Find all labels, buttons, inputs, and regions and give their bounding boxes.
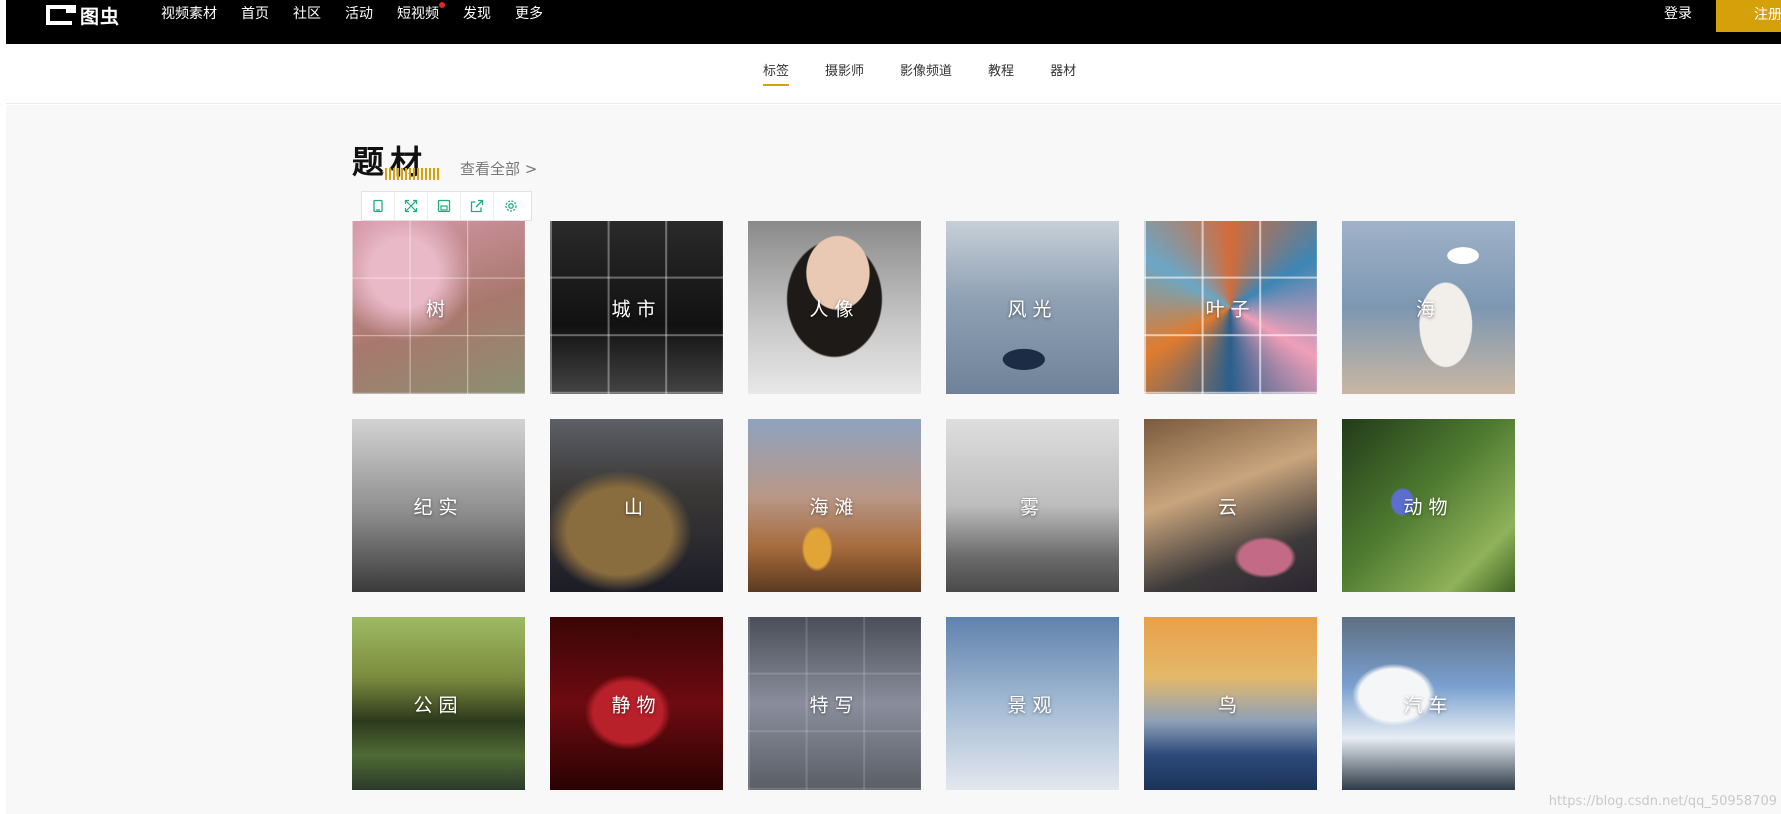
nav-item-more[interactable]: 更多: [515, 5, 543, 23]
nav-label: 首页: [241, 6, 269, 22]
site-logo[interactable]: 图虫: [46, 3, 121, 28]
tag-tile[interactable]: 纪实: [352, 419, 525, 592]
tag-tile[interactable]: 汽车: [1342, 617, 1515, 790]
settings-icon[interactable]: [494, 192, 527, 220]
image-toolbar: [361, 191, 532, 221]
tag-tile[interactable]: 山: [550, 419, 723, 592]
nav-item-video-assets[interactable]: 视频素材: [161, 5, 217, 23]
tag-tile[interactable]: 雾: [946, 419, 1119, 592]
tab-image-channels[interactable]: 影像频道: [900, 64, 952, 80]
tag-label: 海滩: [809, 496, 860, 518]
tab-tutorials[interactable]: 教程: [988, 64, 1014, 80]
fullscreen-icon[interactable]: [395, 192, 428, 220]
bookmark-icon[interactable]: [362, 192, 395, 220]
view-all-link[interactable]: 查看全部 >: [460, 160, 537, 178]
nav-label: 视频素材: [161, 6, 217, 22]
tag-label: 汽车: [1403, 694, 1454, 716]
nav-label: 社区: [293, 6, 321, 22]
main-content: 题材 查看全部 > 树 城市 人像 风光 叶子 海 纪实 山 海滩 雾 云 动物: [6, 105, 1781, 814]
tag-tile[interactable]: 景观: [946, 617, 1119, 790]
nav-label: 短视频: [397, 6, 439, 22]
tag-label: 雾: [1019, 496, 1045, 518]
nav-item-events[interactable]: 活动: [345, 5, 373, 23]
tag-label: 景观: [1007, 694, 1058, 716]
nav-item-discover[interactable]: 发现: [463, 5, 491, 23]
tab-equipment[interactable]: 器材: [1050, 64, 1076, 80]
tag-label: 城市: [611, 298, 662, 320]
logo-icon: [46, 5, 76, 25]
tag-tile[interactable]: 风光: [946, 221, 1119, 394]
tab-photographers[interactable]: 摄影师: [825, 64, 864, 80]
left-edge: [0, 0, 6, 814]
tag-tile[interactable]: 城市: [550, 221, 723, 394]
nav-label: 发现: [463, 6, 491, 22]
nav-item-short-video[interactable]: 短视频: [397, 2, 445, 23]
top-navigation-bar: 图虫 视频素材 首页 社区 活动 短视频 发现 更多 登录: [6, 0, 1781, 44]
subnav-tabs: 标签 摄影师 影像频道 教程 器材: [763, 64, 1112, 86]
tag-label: 公园: [413, 694, 464, 716]
tag-label: 云: [1217, 496, 1243, 518]
main-nav: 视频素材 首页 社区 活动 短视频 发现 更多: [161, 2, 567, 23]
tag-tile[interactable]: 树: [352, 221, 525, 394]
tag-tile[interactable]: 海滩: [748, 419, 921, 592]
tag-tile[interactable]: 公园: [352, 617, 525, 790]
tag-label: 风光: [1007, 298, 1058, 320]
tag-label: 树: [425, 298, 451, 320]
tag-tile[interactable]: 叶子: [1144, 221, 1317, 394]
tag-label: 动物: [1403, 496, 1454, 518]
nav-label: 活动: [345, 6, 373, 22]
tag-tile[interactable]: 动物: [1342, 419, 1515, 592]
tag-tile[interactable]: 鸟: [1144, 617, 1317, 790]
tag-tile[interactable]: 人像: [748, 221, 921, 394]
tag-label: 叶子: [1205, 298, 1256, 320]
notification-dot: [439, 2, 445, 8]
tag-tile[interactable]: 静物: [550, 617, 723, 790]
title-underline: [385, 168, 441, 180]
nav-label: 更多: [515, 6, 543, 22]
tag-tile[interactable]: 云: [1144, 419, 1317, 592]
nav-item-home[interactable]: 首页: [241, 5, 269, 23]
nav-item-community[interactable]: 社区: [293, 5, 321, 23]
tag-label: 纪实: [413, 496, 464, 518]
logo-text: 图虫: [80, 5, 121, 28]
tag-label: 人像: [809, 298, 860, 320]
tag-label: 海: [1415, 298, 1441, 320]
tag-label: 特写: [809, 694, 860, 716]
tag-tile[interactable]: 特写: [748, 617, 921, 790]
watermark: https://blog.csdn.net/qq_50958709: [1548, 794, 1777, 809]
share-icon[interactable]: [461, 192, 494, 220]
login-link[interactable]: 登录: [1664, 5, 1692, 23]
tag-label: 静物: [611, 694, 662, 716]
tag-tile[interactable]: 海: [1342, 221, 1515, 394]
register-button[interactable]: 注册: [1716, 0, 1781, 32]
sub-navigation: 标签 摄影师 影像频道 教程 器材: [6, 44, 1781, 104]
save-icon[interactable]: [428, 192, 461, 220]
tag-label: 鸟: [1217, 694, 1243, 716]
tab-tags[interactable]: 标签: [763, 64, 790, 86]
tag-label: 山: [623, 496, 649, 518]
